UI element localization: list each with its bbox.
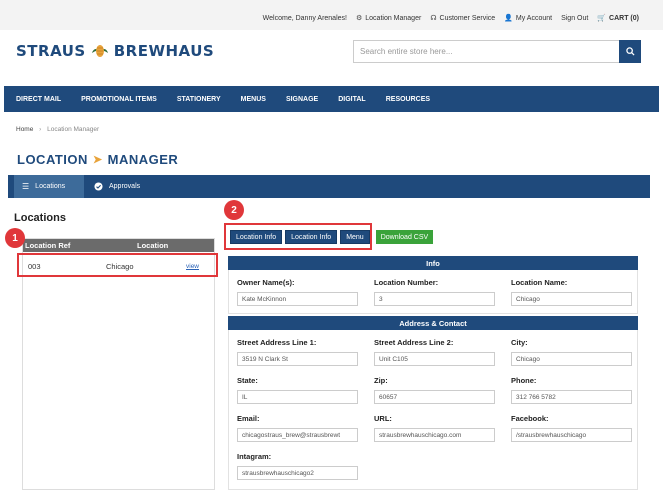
facebook-label: Facebook: xyxy=(511,414,549,423)
street1-label: Street Address Line 1: xyxy=(237,338,317,347)
owner-field: Owner Name(s): Kate McKinnon xyxy=(237,278,358,306)
search-button[interactable] xyxy=(619,40,641,63)
city-input[interactable]: Chicago xyxy=(511,352,632,366)
search-box xyxy=(353,40,641,63)
site-header: STRAUS BREWHAUS xyxy=(0,30,663,86)
customer-service-label: Customer Service xyxy=(439,14,496,22)
welcome-text: Welcome, Danny Arenales! xyxy=(262,14,347,22)
utility-bar: Welcome, Danny Arenales! ⚙ Location Manag… xyxy=(0,0,663,30)
sign-out-link[interactable]: Sign Out xyxy=(561,14,588,22)
nav-signage[interactable]: SIGNAGE xyxy=(286,96,318,103)
zip-label: Zip: xyxy=(374,376,388,385)
annotation-badge-1: 1 xyxy=(5,228,25,248)
nav-resources[interactable]: RESOURCES xyxy=(386,96,430,103)
customer-service-link[interactable]: ☊ Customer Service xyxy=(430,14,496,23)
highlight-box-1 xyxy=(17,253,218,277)
address-panel: Street Address Line 1: 3519 N Clark St S… xyxy=(228,330,638,490)
check-circle-icon xyxy=(94,182,103,191)
locations-heading: Locations xyxy=(14,212,66,224)
tab-locations[interactable]: ☰ Locations xyxy=(14,175,84,198)
table-header: Location Ref Location xyxy=(23,239,214,252)
street1-field: Street Address Line 1: 3519 N Clark St xyxy=(237,338,358,366)
cart-link[interactable]: 🛒 CART (0) xyxy=(597,14,639,23)
location-manager-label: Location Manager xyxy=(365,14,422,22)
list-icon: ☰ xyxy=(22,182,30,191)
info-section-header: Info xyxy=(228,256,638,270)
highlight-box-2 xyxy=(224,223,372,250)
email-input[interactable]: chicagostraus_brew@strausbrewt xyxy=(237,428,358,442)
facebook-field: Facebook: /strausbrewhauschicago xyxy=(511,414,632,442)
street1-input[interactable]: 3519 N Clark St xyxy=(237,352,358,366)
nav-stationery[interactable]: STATIONERY xyxy=(177,96,221,103)
city-label: City: xyxy=(511,338,528,347)
location-number-field: Location Number: 3 xyxy=(374,278,495,306)
phone-input[interactable]: 312 766 5782 xyxy=(511,390,632,404)
brand-right: BREWHAUS xyxy=(113,42,215,60)
nav-direct-mail[interactable]: DIRECT MAIL xyxy=(16,96,61,103)
state-input[interactable]: IL xyxy=(237,390,358,404)
tab-locations-label: Locations xyxy=(35,183,66,190)
download-csv-button[interactable]: Download CSV xyxy=(375,230,434,244)
instagram-input[interactable]: strausbrewhauschicago2 xyxy=(237,466,358,480)
tab-approvals[interactable]: Approvals xyxy=(88,175,140,198)
my-account-link[interactable]: 👤 My Account xyxy=(504,14,553,23)
tab-approvals-label: Approvals xyxy=(109,183,141,190)
nav-menus[interactable]: MENUS xyxy=(241,96,266,103)
instagram-field: Intagram: strausbrewhauschicago2 xyxy=(237,452,358,480)
location-name-label: Location Name: xyxy=(511,278,568,287)
search-icon xyxy=(625,47,635,56)
location-number-input[interactable]: 3 xyxy=(374,292,495,306)
zip-field: Zip: 60657 xyxy=(374,376,495,404)
cart-icon: 🛒 xyxy=(597,15,607,22)
street2-field: Street Address Line 2: Unit C105 xyxy=(374,338,495,366)
page-title: LOCATION ➤ MANAGER xyxy=(17,152,178,167)
zip-input[interactable]: 60657 xyxy=(374,390,495,404)
location-name-input[interactable]: Chicago xyxy=(511,292,632,306)
page-title-left: LOCATION xyxy=(17,152,88,167)
email-label: Email: xyxy=(237,414,260,423)
user-icon: 👤 xyxy=(504,15,513,22)
breadcrumb-current: Location Manager xyxy=(47,126,100,133)
state-field: State: IL xyxy=(237,376,358,404)
nav-promotional-items[interactable]: PROMOTIONAL ITEMS xyxy=(81,96,157,103)
location-arrow-icon: ➤ xyxy=(92,154,103,166)
instagram-label: Intagram: xyxy=(237,452,272,461)
nav-digital[interactable]: DIGITAL xyxy=(338,96,365,103)
url-label: URL: xyxy=(374,414,392,423)
main-nav: DIRECT MAIL PROMOTIONAL ITEMS STATIONERY… xyxy=(4,86,659,112)
my-account-label: My Account xyxy=(515,14,553,22)
cart-label: CART (0) xyxy=(609,14,639,22)
phone-field: Phone: 312 766 5782 xyxy=(511,376,632,404)
url-input[interactable]: strausbrewhauschicago.com xyxy=(374,428,495,442)
location-manager-link[interactable]: ⚙ Location Manager xyxy=(355,14,422,23)
email-field: Email: chicagostraus_brew@strausbrewt xyxy=(237,414,358,442)
brand-logo[interactable]: STRAUS BREWHAUS xyxy=(16,41,214,61)
city-field: City: Chicago xyxy=(511,338,632,366)
header-location: Location xyxy=(137,241,169,250)
chevron-right-icon: › xyxy=(39,126,42,133)
headset-icon: ☊ xyxy=(430,15,437,22)
info-panel: Owner Name(s): Kate McKinnon Location Nu… xyxy=(228,270,638,314)
owner-input[interactable]: Kate McKinnon xyxy=(237,292,358,306)
state-label: State: xyxy=(237,376,258,385)
facebook-input[interactable]: /strausbrewhauschicago xyxy=(511,428,632,442)
gear-icon: ⚙ xyxy=(355,15,363,22)
location-name-field: Location Name: Chicago xyxy=(511,278,632,306)
annotation-badge-2: 2 xyxy=(224,200,244,220)
header-location-ref: Location Ref xyxy=(25,241,71,250)
phone-label: Phone: xyxy=(511,376,537,385)
owner-label: Owner Name(s): xyxy=(237,278,295,287)
address-section-header: Address & Contact xyxy=(228,316,638,330)
brand-left: STRAUS xyxy=(16,42,86,60)
hop-icon xyxy=(91,45,108,57)
page-title-right: MANAGER xyxy=(107,152,179,167)
breadcrumb-home[interactable]: Home xyxy=(16,126,33,133)
street2-label: Street Address Line 2: xyxy=(374,338,454,347)
street2-input[interactable]: Unit C105 xyxy=(374,352,495,366)
search-input[interactable] xyxy=(354,41,620,62)
url-field: URL: strausbrewhauschicago.com xyxy=(374,414,495,442)
subtab-bar: ☰ Locations Approvals xyxy=(8,175,650,198)
breadcrumb: Home › Location Manager xyxy=(16,126,99,133)
location-number-label: Location Number: xyxy=(374,278,439,287)
